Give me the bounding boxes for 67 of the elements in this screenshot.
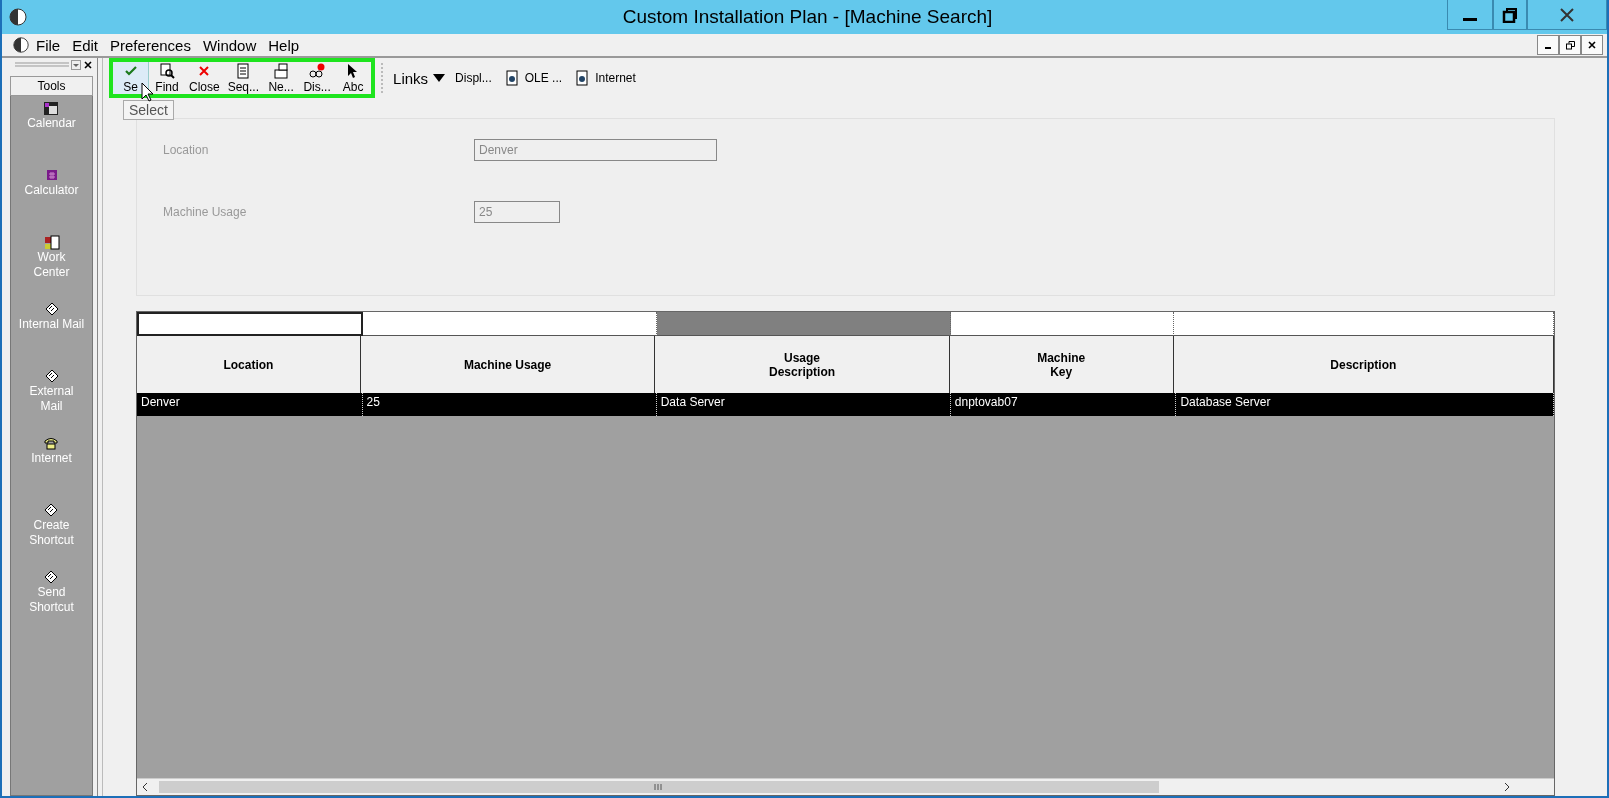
window-title: Custom Installation Plan - [Machine Search] — [621, 6, 994, 28]
column-header[interactable]: Location — [137, 336, 361, 393]
menu-item[interactable]: Window — [196, 36, 263, 54]
caret-icon — [433, 74, 446, 82]
minimize-button[interactable] — [1537, 35, 1559, 55]
toolbar-button[interactable]: Close — [185, 62, 224, 94]
minimize-icon — [1463, 18, 1477, 21]
document-icon — [503, 70, 520, 86]
links-menu[interactable]: Links — [389, 69, 450, 87]
menu-item[interactable]: File — [30, 36, 67, 54]
toolbar-button[interactable]: Ne... — [263, 62, 300, 94]
field-label: Location — [163, 143, 210, 157]
folder-icon — [273, 62, 290, 79]
app-icon — [8, 7, 28, 27]
menu-item[interactable]: Edit — [66, 36, 105, 54]
table-cell[interactable]: Denver — [137, 393, 363, 416]
link-item[interactable]: OLE ... — [497, 70, 569, 86]
filter-cell[interactable] — [137, 312, 364, 336]
tooltip: Select — [123, 100, 174, 120]
filter-cell[interactable] — [951, 312, 1175, 336]
document-icon — [574, 70, 591, 86]
table-cell[interactable]: Database Server — [1176, 393, 1554, 416]
restore-button[interactable] — [1493, 0, 1527, 30]
envelope-icon — [43, 368, 60, 384]
table-cell[interactable]: dnptovab07 — [950, 393, 1177, 416]
link-item[interactable]: Displ... — [449, 71, 498, 85]
toolbar-button[interactable]: Dis... — [299, 62, 336, 94]
panel-title: Tools — [10, 76, 93, 96]
calendar-icon — [43, 100, 60, 116]
search-icon — [159, 62, 175, 79]
close-button[interactable] — [1581, 35, 1603, 55]
link-item[interactable]: Internet — [568, 70, 642, 86]
restore-icon — [1502, 6, 1518, 23]
restore-button[interactable] — [1559, 35, 1581, 55]
minimize-button[interactable] — [1447, 0, 1493, 30]
close-icon — [1588, 41, 1596, 49]
menu-item[interactable]: Help — [262, 36, 306, 54]
document-icon — [235, 62, 252, 79]
grip-icon[interactable] — [15, 61, 69, 69]
column-header[interactable]: Description — [1173, 336, 1554, 393]
documents-icon — [43, 234, 60, 250]
table-cell[interactable]: Data Server — [656, 393, 951, 416]
menu-item[interactable]: Preferences — [104, 36, 197, 54]
app-icon — [12, 36, 30, 54]
filter-cell[interactable] — [657, 312, 952, 336]
filter-cell[interactable] — [1174, 312, 1554, 336]
column-header[interactable]: Machine Key — [949, 336, 1174, 393]
dropdown-icon[interactable] — [71, 60, 81, 70]
toolbar-button[interactable]: Se — [113, 62, 149, 94]
toolbar-button[interactable]: Seq... — [223, 62, 264, 94]
column-header[interactable]: Machine Usage — [360, 336, 656, 393]
table-cell[interactable]: 25 — [362, 393, 657, 416]
horizontal-scrollbar[interactable] — [137, 778, 1554, 795]
cursor-icon — [141, 82, 155, 102]
toolbar-button[interactable]: Find — [149, 62, 185, 94]
envelope-icon — [43, 569, 60, 585]
column-header[interactable]: Usage Description — [655, 336, 950, 393]
toolbar-button[interactable]: Abc — [335, 62, 372, 94]
envelope-icon — [43, 301, 60, 317]
field-label: Machine Usage — [163, 205, 248, 219]
filter-cell[interactable] — [363, 312, 658, 336]
close-icon — [1559, 6, 1575, 23]
close-icon[interactable] — [83, 60, 93, 70]
phone-icon — [43, 435, 60, 451]
glasses-icon — [309, 62, 326, 79]
restore-icon — [1565, 40, 1575, 50]
envelope-icon — [43, 502, 60, 518]
